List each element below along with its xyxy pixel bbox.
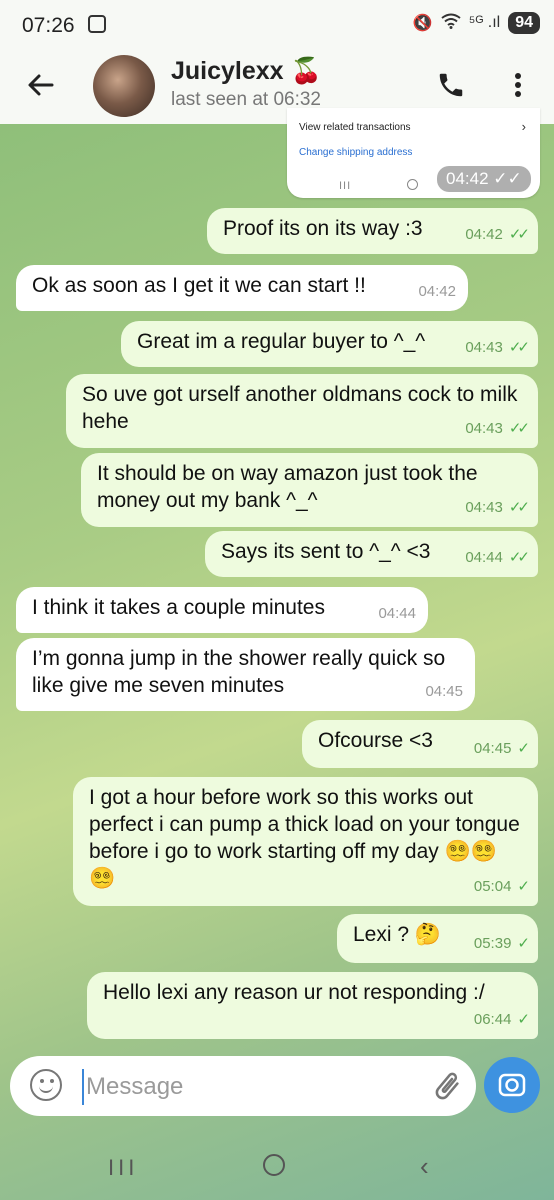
contact-name[interactable]: Juicylexx 🍒: [171, 57, 322, 86]
smiley-icon[interactable]: [30, 1069, 62, 1101]
message-meta: 04:45: [425, 678, 463, 705]
message-composer: [10, 1056, 476, 1116]
message-meta: 04:43 ✓✓: [465, 494, 530, 521]
double-check-icon: ✓✓: [508, 339, 530, 356]
message-text: I got a hour before work so this works o…: [89, 786, 520, 890]
call-button[interactable]: [436, 70, 466, 100]
message-meta: 04:42: [418, 278, 456, 305]
attach-button[interactable]: [430, 1069, 464, 1103]
message-bubble[interactable]: Ofcourse <3 04:45 ✓: [302, 720, 538, 768]
recents-button[interactable]: III: [108, 1155, 138, 1181]
status-time: 07:26: [22, 14, 75, 37]
avatar[interactable]: [93, 55, 155, 117]
message-meta: 04:44: [378, 600, 416, 627]
message-meta: 04:43 ✓✓: [465, 415, 530, 442]
message-bubble[interactable]: It should be on way amazon just took the…: [81, 453, 538, 527]
system-navigation-bar: III ‹: [0, 1125, 554, 1200]
message-bubble[interactable]: Says its sent to ^_^ <3 04:44 ✓✓: [205, 531, 538, 577]
message-meta: 04:43 ✓✓: [465, 334, 530, 361]
message-bubble[interactable]: Great im a regular buyer to ^_^ 04:43 ✓✓: [121, 321, 538, 367]
message-text: I think it takes a couple minutes: [32, 596, 325, 619]
message-time: 04:43: [465, 499, 503, 516]
paperclip-icon: [435, 1072, 459, 1100]
phone-icon: [439, 73, 463, 97]
double-check-icon: ✓✓: [508, 420, 530, 437]
more-vertical-icon: [515, 73, 521, 97]
message-time: 04:45: [425, 683, 463, 700]
message-input[interactable]: [82, 1069, 428, 1105]
message-text: Hello lexi any reason ur not responding …: [103, 981, 485, 1004]
battery-icon: 94: [508, 12, 540, 34]
check-icon: ✓: [517, 1011, 529, 1028]
message-meta: 05:04 ✓: [473, 873, 530, 900]
camera-icon: [498, 1073, 526, 1097]
card-text-shipping: Change shipping address: [299, 147, 413, 158]
message-text: It should be on way amazon just took the…: [97, 462, 478, 512]
message-time: 04:45: [473, 740, 512, 757]
message-bubble[interactable]: Proof its on its way :3 04:42 ✓✓: [207, 208, 538, 254]
camera-button[interactable]: [484, 1057, 540, 1113]
message-bubble[interactable]: I think it takes a couple minutes 04:44: [16, 587, 428, 633]
double-check-icon: ✓✓: [508, 226, 530, 243]
system-back-button[interactable]: ‹: [420, 1151, 429, 1182]
message-bubble[interactable]: Lexi ? 🤔 05:39 ✓: [337, 914, 538, 963]
message-time: 06:44: [473, 1011, 512, 1028]
message-time: 04:44: [378, 605, 416, 622]
card-nav-home-icon: [407, 179, 418, 190]
mute-icon: 🔇: [412, 15, 433, 32]
message-time: 05:04: [473, 878, 512, 895]
signal-icon: ⁵ᴳ .ıl: [468, 14, 501, 31]
status-bar: 07:26 🔇 ⁵ᴳ .ıl 94: [0, 0, 554, 52]
double-check-icon: ✓✓: [508, 549, 530, 566]
message-time: 05:39: [473, 935, 512, 952]
check-icon: ✓: [517, 878, 529, 895]
card-text-transactions: View related transactions: [299, 122, 411, 133]
message-time: 04:43: [465, 339, 503, 356]
status-icons: 🔇 ⁵ᴳ .ıl 94: [413, 12, 540, 34]
message-bubble[interactable]: I got a hour before work so this works o…: [73, 777, 538, 906]
more-options-button[interactable]: [508, 70, 528, 100]
card-timestamp: 04:42 ✓✓: [437, 166, 531, 192]
double-check-icon: ✓✓: [508, 499, 530, 516]
message-text: I’m gonna jump in the shower really quic…: [32, 647, 446, 697]
card-nav-recents: III: [339, 180, 352, 192]
check-icon: ✓: [517, 740, 529, 757]
message-bubble[interactable]: Ok as soon as I get it we can start !! 0…: [16, 265, 468, 311]
message-text: Great im a regular buyer to ^_^: [137, 330, 426, 353]
message-time: 04:43: [465, 420, 503, 437]
message-time: 04:42: [418, 283, 456, 300]
message-meta: 04:42 ✓✓: [465, 221, 530, 248]
message-text: Ok as soon as I get it we can start !!: [32, 274, 366, 297]
message-meta: 04:44 ✓✓: [465, 544, 530, 571]
arrow-left-icon: [28, 74, 54, 96]
screenshot-icon: [88, 15, 106, 33]
wifi-icon: [441, 13, 461, 34]
message-time: 04:42: [465, 226, 503, 243]
message-meta: 06:44 ✓: [473, 1006, 530, 1033]
message-bubble[interactable]: I’m gonna jump in the shower really quic…: [16, 638, 475, 711]
message-meta: 04:45 ✓: [473, 735, 530, 762]
message-time: 04:44: [465, 549, 503, 566]
message-text: So uve got urself another oldmans cock t…: [82, 383, 518, 433]
chevron-right-icon: ›: [521, 119, 526, 134]
message-bubble[interactable]: Hello lexi any reason ur not responding …: [87, 972, 538, 1039]
back-button[interactable]: [24, 68, 58, 102]
message-bubble[interactable]: So uve got urself another oldmans cock t…: [66, 374, 538, 448]
check-icon: ✓: [517, 935, 529, 952]
message-meta: 05:39 ✓: [473, 930, 530, 957]
home-button[interactable]: [263, 1154, 285, 1176]
